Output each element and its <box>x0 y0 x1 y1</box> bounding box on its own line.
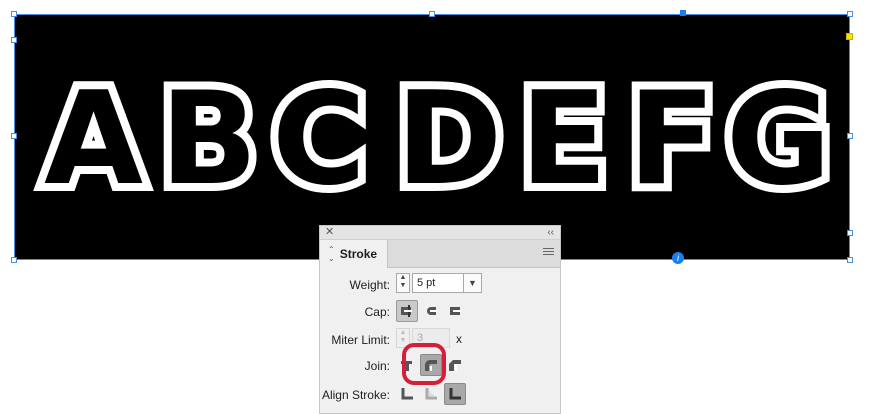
align-outside-icon[interactable] <box>444 383 466 405</box>
letter-d: D <box>388 65 510 214</box>
resize-handle-middle-right[interactable] <box>847 133 853 139</box>
align-center-icon[interactable] <box>396 383 418 405</box>
panel-tab-bar: ⌃ ⌄ Stroke <box>320 240 560 268</box>
weight-row: Weight: ▲ ▼ 5 pt ▼ <box>320 273 560 297</box>
letter-a: A <box>36 65 151 214</box>
text-frame-anchor-handle[interactable] <box>680 10 686 16</box>
panel-menu-icon[interactable] <box>543 248 554 257</box>
close-icon[interactable]: ✕ <box>325 226 334 239</box>
corner-options-handle[interactable] <box>846 33 853 40</box>
letter-e: E <box>512 65 616 214</box>
letter-b: B <box>152 65 265 214</box>
resize-handle-bottom-right[interactable] <box>847 257 853 263</box>
resize-handle-top-center[interactable] <box>429 11 435 17</box>
letter-f: F <box>620 65 724 214</box>
letters-group: A B C D E F G <box>14 14 850 260</box>
miter-limit-unit: x <box>456 332 462 346</box>
letter-g: G <box>718 65 839 214</box>
align-stroke-label: Align Stroke: <box>321 388 390 402</box>
weight-input[interactable]: 5 pt <box>412 273 464 293</box>
tab-stroke-label: Stroke <box>339 247 378 261</box>
collapse-icon[interactable]: ‹‹ <box>547 226 554 239</box>
weight-stepper[interactable]: ▲ ▼ <box>396 273 410 293</box>
highlight-annotation <box>402 343 446 385</box>
weight-label: Weight: <box>349 278 390 292</box>
projecting-cap-icon[interactable] <box>444 300 466 322</box>
resize-handle-top-left[interactable] <box>11 11 17 17</box>
resize-handle-middle-left[interactable] <box>11 133 17 139</box>
resize-handle-bottom-left[interactable] <box>11 257 17 263</box>
letter-c: C <box>264 65 374 214</box>
panel-title-bar[interactable]: ✕ ‹‹ <box>320 226 560 240</box>
join-label: Join: <box>364 359 390 373</box>
resize-handle-top-right[interactable] <box>847 11 853 17</box>
stroke-panel: ✕ ‹‹ ⌃ ⌄ Stroke Weight: ▲ ▼ 5 pt ▼ Cap: Mi… <box>319 225 561 414</box>
butt-cap-icon[interactable] <box>396 300 418 322</box>
cap-row: Cap: <box>320 300 560 324</box>
updown-arrows-icon: ⌃ ⌄ <box>328 245 335 263</box>
resize-handle-bottom-right-upper[interactable] <box>847 230 853 236</box>
round-cap-icon[interactable] <box>420 300 442 322</box>
miter-limit-label: Miter Limit: <box>331 333 390 347</box>
align-stroke-row: Align Stroke: <box>320 383 560 407</box>
align-inside-icon[interactable] <box>420 383 442 405</box>
cap-label: Cap: <box>364 305 390 319</box>
tab-stroke[interactable]: ⌃ ⌄ Stroke <box>320 240 389 268</box>
resize-handle-left-upper[interactable] <box>11 37 17 43</box>
weight-dropdown-chevron-icon[interactable]: ▼ <box>464 273 482 293</box>
bevel-join-icon[interactable] <box>444 354 466 376</box>
text-thread-icon[interactable]: i <box>672 252 684 264</box>
